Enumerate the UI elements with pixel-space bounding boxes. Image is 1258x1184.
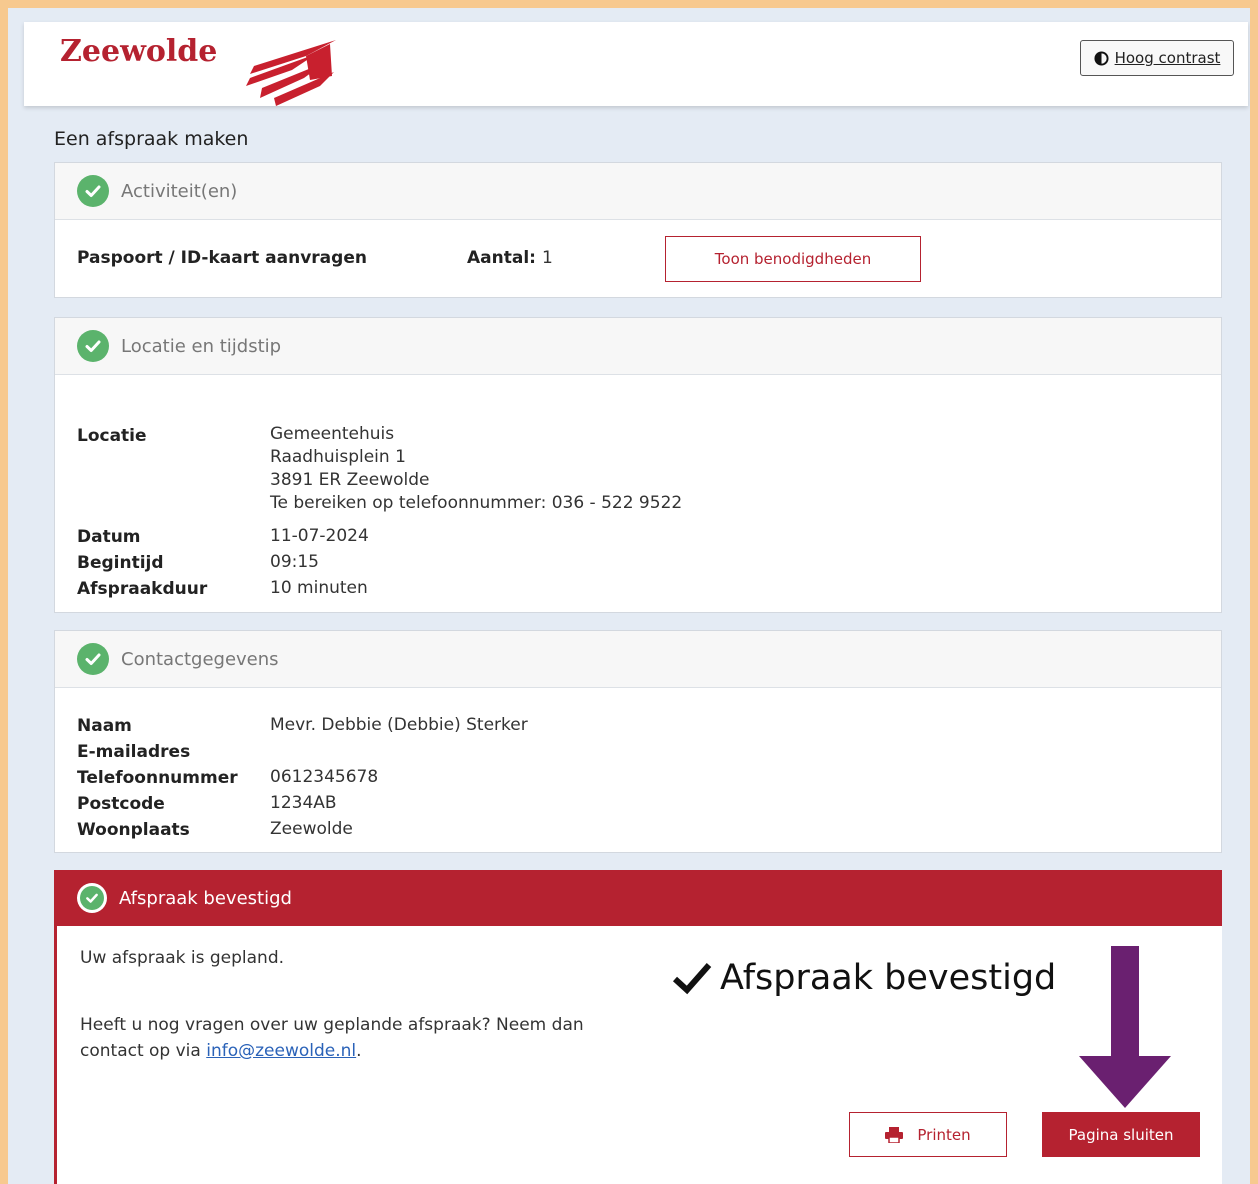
question-line-1: Heeft u nog vragen over uw geplande afsp… (80, 1015, 584, 1035)
postcode-value: 1234AB (270, 793, 337, 813)
check-icon (77, 883, 107, 913)
high-contrast-label: Hoog contrast (1114, 49, 1221, 67)
print-label: Printen (917, 1125, 971, 1144)
address-line-4: Te bereiken op telefoonnummer: 036 - 522… (270, 493, 683, 513)
contact-panel-header: Contactgegevens (55, 631, 1221, 688)
app-frame: Zeewolde Hoog contrast Een afspraak make… (8, 8, 1250, 1184)
planned-text: Uw afspraak is gepland. (80, 948, 285, 968)
count-value: 1 (542, 248, 553, 268)
close-page-button[interactable]: Pagina sluiten (1042, 1112, 1200, 1157)
print-button[interactable]: Printen (849, 1112, 1007, 1157)
contact-title: Contactgegevens (121, 648, 279, 670)
question-text: Heeft u nog vragen over uw geplande afsp… (80, 1012, 584, 1064)
activities-title: Activiteit(en) (121, 180, 238, 202)
count-label: Aantal: (467, 248, 536, 268)
start-time-value: 09:15 (270, 552, 319, 572)
period: . (356, 1041, 362, 1061)
duration-label: Afspraakduur (77, 579, 208, 599)
phone-label: Telefoonnummer (77, 768, 238, 788)
name-value: Mevr. Debbie (Debbie) Sterker (270, 715, 528, 735)
date-label: Datum (77, 527, 141, 547)
show-requirements-button[interactable]: Toon benodigdheden (665, 236, 921, 282)
activities-panel-header: Activiteit(en) (55, 163, 1221, 220)
close-page-label: Pagina sluiten (1068, 1125, 1174, 1144)
address-line-2: Raadhuisplein 1 (270, 447, 406, 467)
question-line-2: contact op via (80, 1041, 201, 1061)
postcode-label: Postcode (77, 794, 165, 814)
logo-text[interactable]: Zeewolde (60, 34, 217, 69)
contrast-icon (1094, 50, 1109, 66)
check-icon (77, 643, 109, 675)
address-line-1: Gemeentehuis (270, 424, 395, 444)
contact-panel: Contactgegevens Naam Mevr. Debbie (Debbi… (54, 630, 1222, 853)
activity-name: Paspoort / ID-kaart aanvragen (77, 248, 367, 268)
confirmation-title: Afspraak bevestigd (119, 887, 292, 909)
activities-panel: Activiteit(en) Paspoort / ID-kaart aanvr… (54, 162, 1222, 298)
location-panel-header: Locatie en tijdstip (55, 318, 1221, 375)
check-icon (77, 330, 109, 362)
check-icon (77, 175, 109, 207)
email-link[interactable]: info@zeewolde.nl (206, 1041, 356, 1061)
location-panel: Locatie en tijdstip Locatie Gemeentehuis… (54, 317, 1222, 613)
zeewolde-logo-icon (246, 40, 336, 106)
city-value: Zeewolde (270, 819, 353, 839)
site-header: Zeewolde Hoog contrast (24, 22, 1248, 106)
location-title: Locatie en tijdstip (121, 335, 282, 357)
big-confirmation: Afspraak bevestigd (672, 958, 1056, 998)
page-title: Een afspraak maken (54, 128, 249, 150)
high-contrast-button[interactable]: Hoog contrast (1080, 40, 1234, 76)
start-time-label: Begintijd (77, 553, 164, 573)
email-label: E-mailadres (77, 742, 191, 762)
date-value: 11-07-2024 (270, 526, 369, 546)
down-arrow-icon (1079, 946, 1171, 1108)
duration-value: 10 minuten (270, 578, 368, 598)
city-label: Woonplaats (77, 820, 190, 840)
name-label: Naam (77, 716, 132, 736)
location-label: Locatie (77, 426, 147, 446)
printer-icon (885, 1126, 904, 1143)
big-confirmation-label: Afspraak bevestigd (720, 958, 1057, 998)
confirmation-panel-header: Afspraak bevestigd (57, 870, 1222, 926)
address-line-3: 3891 ER Zeewolde (270, 470, 430, 490)
big-check-icon (672, 963, 712, 995)
phone-value: 0612345678 (270, 767, 379, 787)
confirmation-panel: Afspraak bevestigd Uw afspraak is geplan… (54, 870, 1222, 1184)
